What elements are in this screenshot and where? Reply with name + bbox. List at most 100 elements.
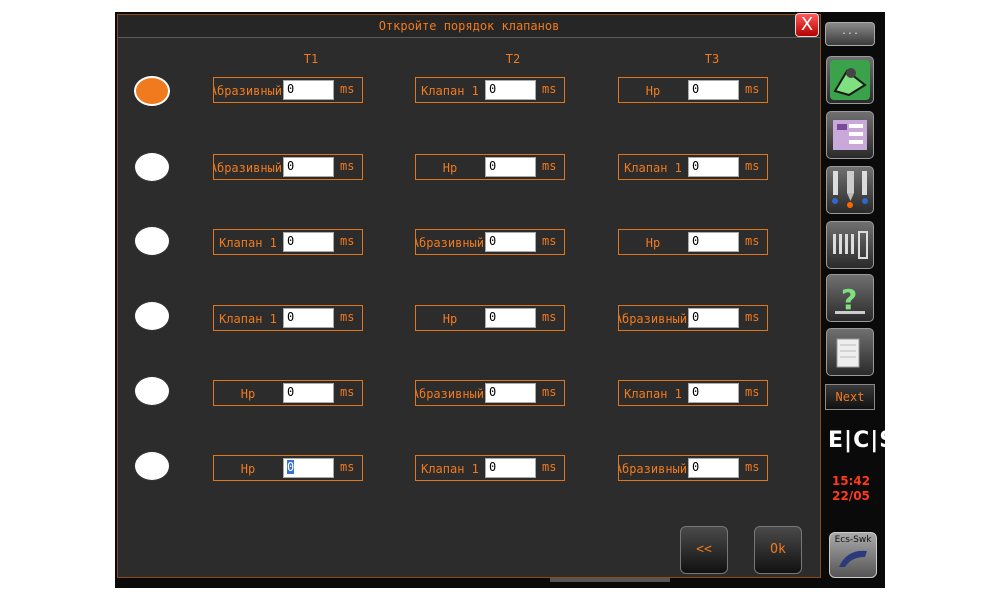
unit-label: ms xyxy=(542,310,557,324)
time-input[interactable]: 0 xyxy=(688,157,739,177)
back-button[interactable]: << xyxy=(680,526,728,574)
valve-label[interactable]: Абразивный xyxy=(619,456,687,480)
time-input[interactable]: 0 xyxy=(283,157,334,177)
valve-label[interactable]: Нр xyxy=(619,78,687,102)
valve-label[interactable]: Клапан 1 xyxy=(416,456,484,480)
time-value: 0 xyxy=(489,159,497,173)
valve-cell: Абразивный 0 ms xyxy=(618,305,768,331)
dialog-title: Откройте порядок клапанов xyxy=(118,15,820,38)
column-header-t3: T3 xyxy=(704,52,720,66)
clock-date: 22/05 xyxy=(832,489,870,503)
time-value: 0 xyxy=(287,310,295,324)
time-input[interactable]: 0 xyxy=(688,383,739,403)
clock-time: 15:42 xyxy=(831,474,871,488)
unit-label: ms xyxy=(745,159,760,173)
valve-cell: Нр 0 ms xyxy=(618,77,768,103)
unit-label: ms xyxy=(745,385,760,399)
ok-button[interactable]: Ok xyxy=(754,526,802,574)
valve-cell: Абразивный 0 ms xyxy=(415,229,565,255)
clock: 15:42 22/05 xyxy=(826,474,876,514)
time-value: 0 xyxy=(692,310,700,324)
column-header-t2: T2 xyxy=(505,52,521,66)
valve-cell: Клапан 1 0 ms xyxy=(618,380,768,406)
unit-label: ms xyxy=(340,460,355,474)
unit-label: ms xyxy=(340,234,355,248)
unit-label: ms xyxy=(340,385,355,399)
time-input[interactable]: 0 xyxy=(485,458,536,478)
valve-label[interactable]: Клапан 1 xyxy=(619,155,687,179)
valve-cell: Абразивный 0 ms xyxy=(415,380,565,406)
settings-list-icon[interactable] xyxy=(826,111,874,159)
time-input[interactable]: 0 xyxy=(485,232,536,252)
time-input[interactable]: 0 xyxy=(485,383,536,403)
row-select-radio[interactable] xyxy=(134,76,170,106)
unit-label: ms xyxy=(745,460,760,474)
time-value: 0 xyxy=(489,82,497,96)
time-input[interactable]: 0 xyxy=(688,308,739,328)
valve-label[interactable]: Нр xyxy=(416,306,484,330)
valve-label[interactable]: Абразивный xyxy=(214,78,282,102)
time-input[interactable]: 0 xyxy=(688,232,739,252)
valve-cell: Абразивный 0 ms xyxy=(213,77,363,103)
close-button[interactable]: X xyxy=(795,13,819,37)
time-input[interactable]: 0 xyxy=(688,80,739,100)
unit-label: ms xyxy=(542,159,557,173)
unit-label: ms xyxy=(340,310,355,324)
gauge-icon[interactable] xyxy=(826,221,874,269)
unit-label: ms xyxy=(745,310,760,324)
time-value: 0 xyxy=(692,234,700,248)
valve-label[interactable]: Нр xyxy=(416,155,484,179)
time-input[interactable]: 0 xyxy=(283,458,334,478)
time-input[interactable]: 0 xyxy=(485,308,536,328)
more-button[interactable]: ... xyxy=(825,22,875,46)
time-value: 0 xyxy=(489,460,497,474)
time-value: 0 xyxy=(287,460,295,474)
time-value: 0 xyxy=(287,234,295,248)
valve-cell: Клапан 1 0 ms xyxy=(213,305,363,331)
valve-label[interactable]: Клапан 1 xyxy=(619,381,687,405)
valve-cell: Клапан 1 0 ms xyxy=(618,154,768,180)
time-input[interactable]: 0 xyxy=(283,383,334,403)
time-value: 0 xyxy=(692,159,700,173)
valve-label[interactable]: Клапан 1 xyxy=(214,306,282,330)
row-select-radio[interactable] xyxy=(134,376,170,406)
time-input[interactable]: 0 xyxy=(485,157,536,177)
row-select-radio[interactable] xyxy=(134,301,170,331)
document-icon[interactable] xyxy=(826,328,874,376)
row-select-radio[interactable] xyxy=(134,451,170,481)
status-strip xyxy=(550,578,670,582)
row-select-radio[interactable] xyxy=(134,226,170,256)
valve-label[interactable]: Нр xyxy=(619,230,687,254)
help-icon[interactable]: ? xyxy=(826,274,874,322)
time-input[interactable]: 0 xyxy=(283,308,334,328)
time-input[interactable]: 0 xyxy=(283,80,334,100)
ecs-swk-button[interactable]: Ecs-Swk xyxy=(829,532,877,578)
time-input[interactable]: 0 xyxy=(688,458,739,478)
valve-label[interactable]: Нр xyxy=(214,456,282,480)
valve-label[interactable]: Клапан 1 xyxy=(214,230,282,254)
time-value: 0 xyxy=(489,385,497,399)
unit-label: ms xyxy=(542,385,557,399)
valve-cell: Абразивный 0 ms xyxy=(618,455,768,481)
time-input[interactable]: 0 xyxy=(485,80,536,100)
nozzle-icon[interactable] xyxy=(826,166,874,214)
valve-label[interactable]: Клапан 1 xyxy=(416,78,484,102)
next-button[interactable]: Next xyxy=(825,384,875,410)
machine-icon xyxy=(839,550,867,567)
valve-label[interactable]: Абразивный xyxy=(416,381,484,405)
valve-label[interactable]: Нр xyxy=(214,381,282,405)
unit-label: ms xyxy=(745,234,760,248)
valve-cell: Клапан 1 0 ms xyxy=(213,229,363,255)
valve-label[interactable]: Абразивный xyxy=(619,306,687,330)
valve-label[interactable]: Абразивный xyxy=(416,230,484,254)
time-value: 0 xyxy=(489,310,497,324)
unit-label: ms xyxy=(340,159,355,173)
valve-label[interactable]: Абразивный xyxy=(214,155,282,179)
valve-icon[interactable] xyxy=(826,56,874,104)
time-input[interactable]: 0 xyxy=(283,232,334,252)
row-select-radio[interactable] xyxy=(134,152,170,182)
unit-label: ms xyxy=(340,82,355,96)
ecs-logo: E|C|S xyxy=(828,428,897,453)
valve-cell: Нр 0 ms xyxy=(415,154,565,180)
valve-cell: Абразивный 0 ms xyxy=(213,154,363,180)
